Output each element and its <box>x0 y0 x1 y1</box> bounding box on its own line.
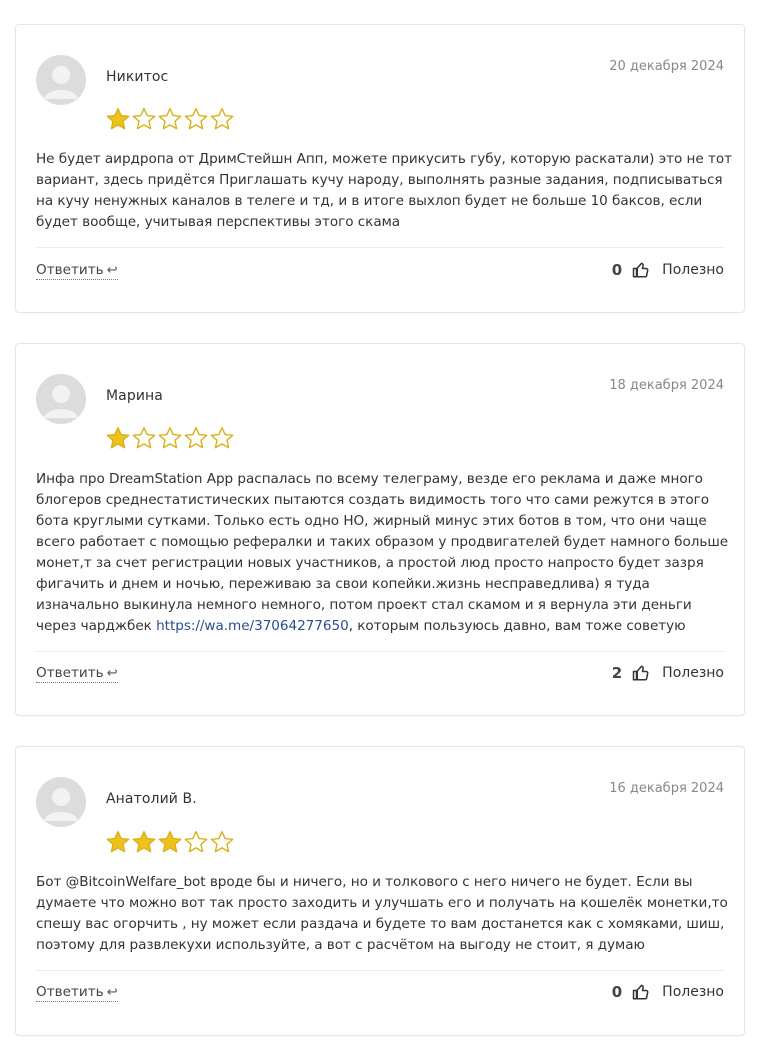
thumbs-up-icon[interactable] <box>632 664 650 682</box>
star-empty-icon <box>184 427 208 449</box>
star-empty-icon <box>184 108 208 130</box>
reply-button[interactable]: Ответить ↩ <box>36 984 118 1002</box>
useful-label[interactable]: Полезно <box>662 262 724 278</box>
user-avatar-icon <box>36 374 86 424</box>
user-avatar-icon <box>36 55 86 105</box>
star-filled-icon <box>106 831 130 853</box>
review-date: 16 декабря 2024 <box>609 781 724 796</box>
review-date: 20 декабря 2024 <box>609 59 724 74</box>
useful-label[interactable]: Полезно <box>662 665 724 681</box>
reply-label: Ответить <box>36 665 104 681</box>
review-author: Анатолий В. <box>106 791 197 807</box>
vote-count: 0 <box>611 983 623 1001</box>
star-filled-icon <box>132 831 156 853</box>
star-filled-icon <box>106 427 130 449</box>
review-link[interactable]: https://wa.me/37064277650 <box>156 618 349 634</box>
reply-button[interactable]: Ответить ↩ <box>36 665 118 683</box>
vote-count: 0 <box>611 261 623 279</box>
reply-arrow-icon: ↩ <box>106 666 118 681</box>
review-text-part: , которым пользуюсь давно, вам тоже сове… <box>348 618 686 634</box>
rating-stars <box>105 829 235 855</box>
star-empty-icon <box>210 831 234 853</box>
review-text: Инфа про DreamStation App распалась по в… <box>36 469 736 637</box>
vote-block: 2 Полезно <box>612 664 724 682</box>
reply-label: Ответить <box>36 262 104 278</box>
review-text-part: Инфа про DreamStation App распалась по в… <box>36 471 729 634</box>
thumbs-up-icon[interactable] <box>632 983 650 1001</box>
useful-label[interactable]: Полезно <box>662 984 724 1000</box>
reply-button[interactable]: Ответить ↩ <box>36 262 118 280</box>
divider <box>36 970 724 971</box>
star-empty-icon <box>158 108 182 130</box>
vote-count: 2 <box>611 664 623 682</box>
star-filled-icon <box>106 108 130 130</box>
star-filled-icon <box>158 831 182 853</box>
vote-block: 0 Полезно <box>612 261 724 279</box>
review-text: Бот @BitcoinWelfare_bot вроде бы и ничег… <box>36 874 728 953</box>
reply-label: Ответить <box>36 984 104 1000</box>
review-card: Никитос 20 декабря 2024 Не будет аирдроп… <box>15 24 745 313</box>
star-empty-icon <box>132 108 156 130</box>
star-empty-icon <box>158 427 182 449</box>
divider <box>36 247 724 248</box>
reply-arrow-icon: ↩ <box>106 263 118 278</box>
review-text: Не будет аирдропа от ДримСтейшн Апп, мож… <box>36 151 732 230</box>
review-card: Марина 18 декабря 2024 Инфа про DreamSta… <box>15 343 745 716</box>
star-empty-icon <box>184 831 208 853</box>
divider <box>36 651 724 652</box>
star-empty-icon <box>210 108 234 130</box>
review-author: Никитос <box>106 69 169 85</box>
thumbs-up-icon[interactable] <box>632 261 650 279</box>
review-card: Анатолий В. 16 декабря 2024 Бот @Bitcoin… <box>15 746 745 1036</box>
reply-arrow-icon: ↩ <box>106 985 118 1000</box>
vote-block: 0 Полезно <box>612 983 724 1001</box>
rating-stars <box>105 106 235 132</box>
user-avatar-icon <box>36 777 86 827</box>
star-empty-icon <box>210 427 234 449</box>
rating-stars <box>105 425 235 451</box>
review-date: 18 декабря 2024 <box>609 378 724 393</box>
star-empty-icon <box>132 427 156 449</box>
review-author: Марина <box>106 388 163 404</box>
